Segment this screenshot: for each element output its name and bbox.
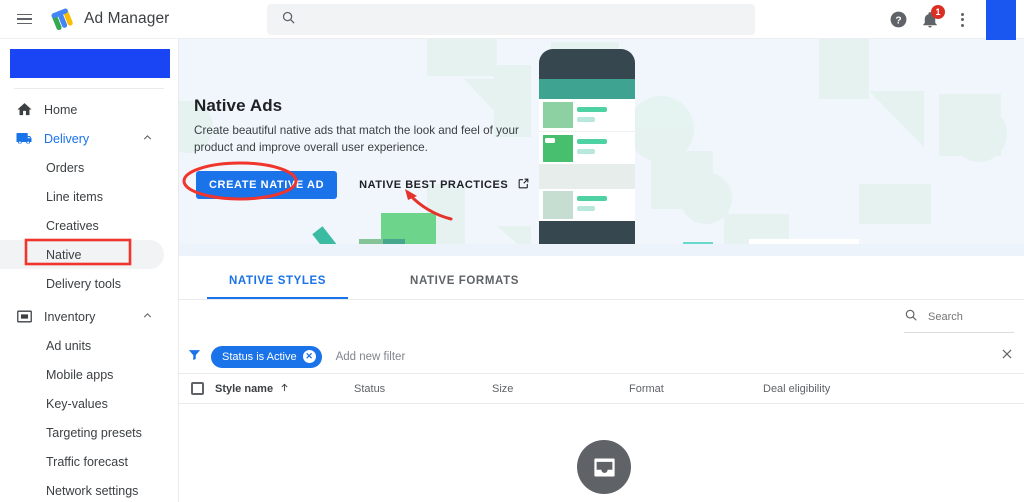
column-header-size[interactable]: Size — [492, 383, 513, 395]
bell-icon[interactable]: 1 — [916, 4, 945, 34]
sidebar-item-mobile-apps[interactable]: Mobile apps — [0, 360, 164, 389]
sidebar-item-label: Traffic forecast — [46, 454, 128, 469]
native-best-practices-label: NATIVE BEST PRACTICES — [359, 179, 509, 191]
create-native-ad-button[interactable]: CREATE NATIVE AD — [196, 171, 338, 199]
sidebar-divider — [14, 88, 164, 89]
sidebar-item-label: Line items — [46, 189, 103, 204]
chevron-up-icon[interactable] — [141, 131, 154, 147]
sidebar-item-label: Home — [44, 102, 78, 117]
sidebar-item-orders[interactable]: Orders — [0, 153, 164, 182]
sidebar-item-label: Ad units — [46, 338, 92, 353]
arrow-up-icon — [279, 382, 290, 396]
filter-funnel-icon[interactable] — [187, 347, 202, 367]
external-link-icon — [517, 177, 530, 193]
native-ads-hero-banner: Native Ads Create beautiful native ads t… — [179, 39, 1024, 256]
tab-native-formats[interactable]: NATIVE FORMATS — [388, 275, 541, 299]
search-icon — [281, 10, 296, 30]
add-new-filter-button[interactable]: Add new filter — [336, 351, 406, 363]
tab-native-styles[interactable]: NATIVE STYLES — [207, 275, 349, 299]
select-all-checkbox[interactable] — [191, 382, 204, 395]
sidebar-item-label: Orders — [46, 160, 85, 175]
sidebar-item-ad-units[interactable]: Ad units — [0, 331, 164, 360]
top-bar-actions: ? 1 — [884, 0, 1016, 40]
truck-icon — [12, 130, 36, 148]
ad-manager-app: Ad Manager ? 1 Home Delivery Orders Line… — [0, 0, 1024, 502]
close-icon[interactable] — [1000, 347, 1014, 366]
sidebar-item-home[interactable]: Home — [0, 95, 164, 124]
filter-chip-label: Status is Active — [222, 350, 297, 363]
hero-description: Create beautiful native ads that match t… — [194, 124, 519, 154]
notification-badge: 1 — [931, 4, 945, 19]
app-title: Ad Manager — [84, 10, 170, 27]
sidebar-item-label: Delivery tools — [46, 276, 122, 291]
table-search-box[interactable] — [904, 308, 1014, 333]
top-app-bar: Ad Manager ? 1 — [0, 0, 1024, 40]
brand[interactable]: Ad Manager — [50, 6, 169, 32]
search-icon — [904, 308, 918, 327]
filter-chip-status-active[interactable]: Status is Active ✕ — [211, 345, 322, 368]
chevron-up-icon[interactable] — [141, 309, 154, 325]
sidebar-nav: Home Delivery Orders Line items Creative… — [0, 39, 179, 502]
page-title: Native Ads — [194, 96, 283, 115]
sidebar-item-delivery-tools[interactable]: Delivery tools — [0, 269, 164, 298]
native-best-practices-link[interactable]: NATIVE BEST PRACTICES — [359, 177, 530, 193]
sidebar-item-delivery[interactable]: Delivery — [0, 124, 164, 153]
sidebar-item-label: Inventory — [44, 309, 96, 324]
inbox-empty-icon — [577, 440, 631, 494]
sidebar-item-label: Creatives — [46, 218, 99, 233]
account-name-block[interactable] — [10, 49, 170, 78]
table-toolbar — [179, 300, 1024, 340]
sidebar-item-network-settings[interactable]: Network settings — [0, 476, 164, 502]
sidebar-item-inventory[interactable]: Inventory — [0, 302, 164, 331]
hero-actions: CREATE NATIVE AD NATIVE BEST PRACTICES — [196, 171, 530, 199]
sidebar-item-targeting-presets[interactable]: Targeting presets — [0, 418, 164, 447]
inventory-icon — [12, 308, 36, 325]
sidebar-item-creatives[interactable]: Creatives — [0, 211, 164, 240]
column-label: Style name — [215, 382, 274, 395]
column-header-format[interactable]: Format — [629, 383, 664, 395]
column-header-deal-eligibility[interactable]: Deal eligibility — [763, 383, 830, 395]
svg-text:?: ? — [895, 15, 901, 26]
sidebar-item-label: Delivery — [44, 131, 90, 146]
sidebar-item-label: Key-values — [46, 396, 108, 411]
hero-text-block: Native Ads Create beautiful native ads t… — [194, 96, 534, 156]
help-icon[interactable]: ? — [884, 6, 912, 34]
hamburger-menu-icon[interactable] — [6, 0, 42, 39]
sidebar-item-line-items[interactable]: Line items — [0, 182, 164, 211]
sidebar-item-label: Mobile apps — [46, 367, 114, 382]
filter-bar: Status is Active ✕ Add new filter — [179, 340, 1024, 374]
sidebar-item-label: Native — [46, 247, 82, 262]
column-header-status[interactable]: Status — [354, 383, 385, 395]
sidebar-item-label: Network settings — [46, 483, 139, 498]
global-search-input[interactable] — [306, 12, 726, 27]
table-header-row: Style name Status Size Format Deal eligi… — [179, 374, 1024, 404]
sidebar-item-traffic-forecast[interactable]: Traffic forecast — [0, 447, 164, 476]
home-icon — [12, 101, 36, 118]
kebab-menu-icon[interactable] — [948, 6, 976, 34]
table-search-input[interactable] — [928, 311, 1002, 323]
account-avatar[interactable] — [986, 0, 1016, 40]
sidebar-item-native[interactable]: Native — [0, 240, 164, 269]
sidebar-item-label: Targeting presets — [46, 425, 142, 440]
tab-bar: NATIVE STYLES NATIVE FORMATS — [179, 256, 1024, 300]
table-body — [179, 404, 1024, 502]
chip-remove-icon[interactable]: ✕ — [302, 350, 316, 363]
ad-manager-logo-icon — [50, 6, 76, 32]
global-search-box[interactable] — [267, 4, 755, 35]
sidebar-item-key-values[interactable]: Key-values — [0, 389, 164, 418]
column-header-style-name[interactable]: Style name — [215, 382, 290, 396]
